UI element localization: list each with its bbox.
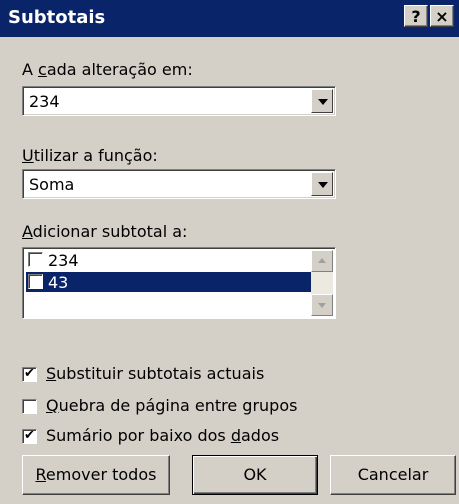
close-button[interactable]: × bbox=[430, 5, 454, 27]
group-by-value: 234 bbox=[29, 92, 60, 111]
summary-below-label: Sumário por baixo dos dados bbox=[46, 426, 280, 445]
group-by-dropdown-button[interactable] bbox=[311, 89, 333, 113]
list-item-label: 234 bbox=[48, 251, 79, 270]
function-dropdown[interactable]: Soma bbox=[22, 169, 336, 199]
list-item[interactable]: 234 bbox=[26, 250, 312, 270]
function-label: Utilizar a função: bbox=[22, 146, 158, 165]
function-value: Soma bbox=[29, 175, 75, 194]
list-item[interactable]: ✔ 43 bbox=[26, 272, 312, 292]
replace-subtotals-checkbox[interactable]: ✔ bbox=[22, 367, 37, 382]
page-break-checkbox[interactable] bbox=[22, 399, 37, 414]
group-by-dropdown[interactable]: 234 bbox=[22, 86, 336, 116]
page-break-label: Quebra de página entre grupos bbox=[46, 396, 298, 415]
dialog-title: Subtotais bbox=[8, 7, 106, 28]
chevron-down-icon bbox=[318, 182, 328, 188]
vertical-scrollbar[interactable] bbox=[311, 250, 333, 316]
add-subtotal-label: Adicionar subtotal a: bbox=[22, 222, 188, 241]
list-item-checkbox[interactable] bbox=[28, 252, 43, 267]
replace-subtotals-label: Substituir subtotais actuais bbox=[46, 364, 265, 383]
chevron-up-icon bbox=[318, 258, 326, 263]
ok-button[interactable]: OK bbox=[192, 455, 318, 495]
chevron-down-icon bbox=[318, 99, 328, 105]
summary-below-checkbox[interactable]: ✔ bbox=[22, 429, 37, 444]
help-button[interactable]: ? bbox=[404, 5, 428, 27]
add-subtotal-listbox[interactable]: 234 ✔ 43 bbox=[22, 247, 336, 319]
scroll-down-button[interactable] bbox=[311, 294, 333, 316]
list-item-label: 43 bbox=[48, 273, 69, 292]
group-by-label: A cada alteração em: bbox=[22, 60, 193, 79]
cancel-button[interactable]: Cancelar bbox=[330, 455, 456, 495]
list-item-checkbox[interactable]: ✔ bbox=[28, 274, 43, 289]
scroll-up-button[interactable] bbox=[311, 250, 333, 272]
chevron-down-icon bbox=[318, 303, 326, 308]
title-bar[interactable]: Subtotais ? × bbox=[0, 0, 459, 37]
remove-all-button[interactable]: Remover todos bbox=[22, 455, 170, 495]
function-dropdown-button[interactable] bbox=[311, 172, 333, 196]
